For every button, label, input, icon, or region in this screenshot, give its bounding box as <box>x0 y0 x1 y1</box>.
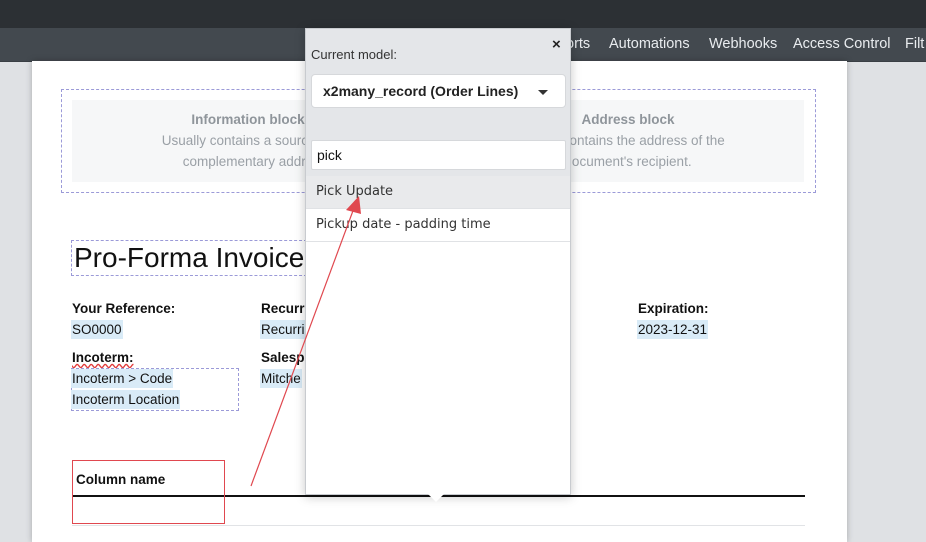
annotation-arrow-overlay <box>250 196 361 487</box>
annotation-arrow-head <box>346 196 361 214</box>
annotation-arrow-line <box>250 207 355 487</box>
